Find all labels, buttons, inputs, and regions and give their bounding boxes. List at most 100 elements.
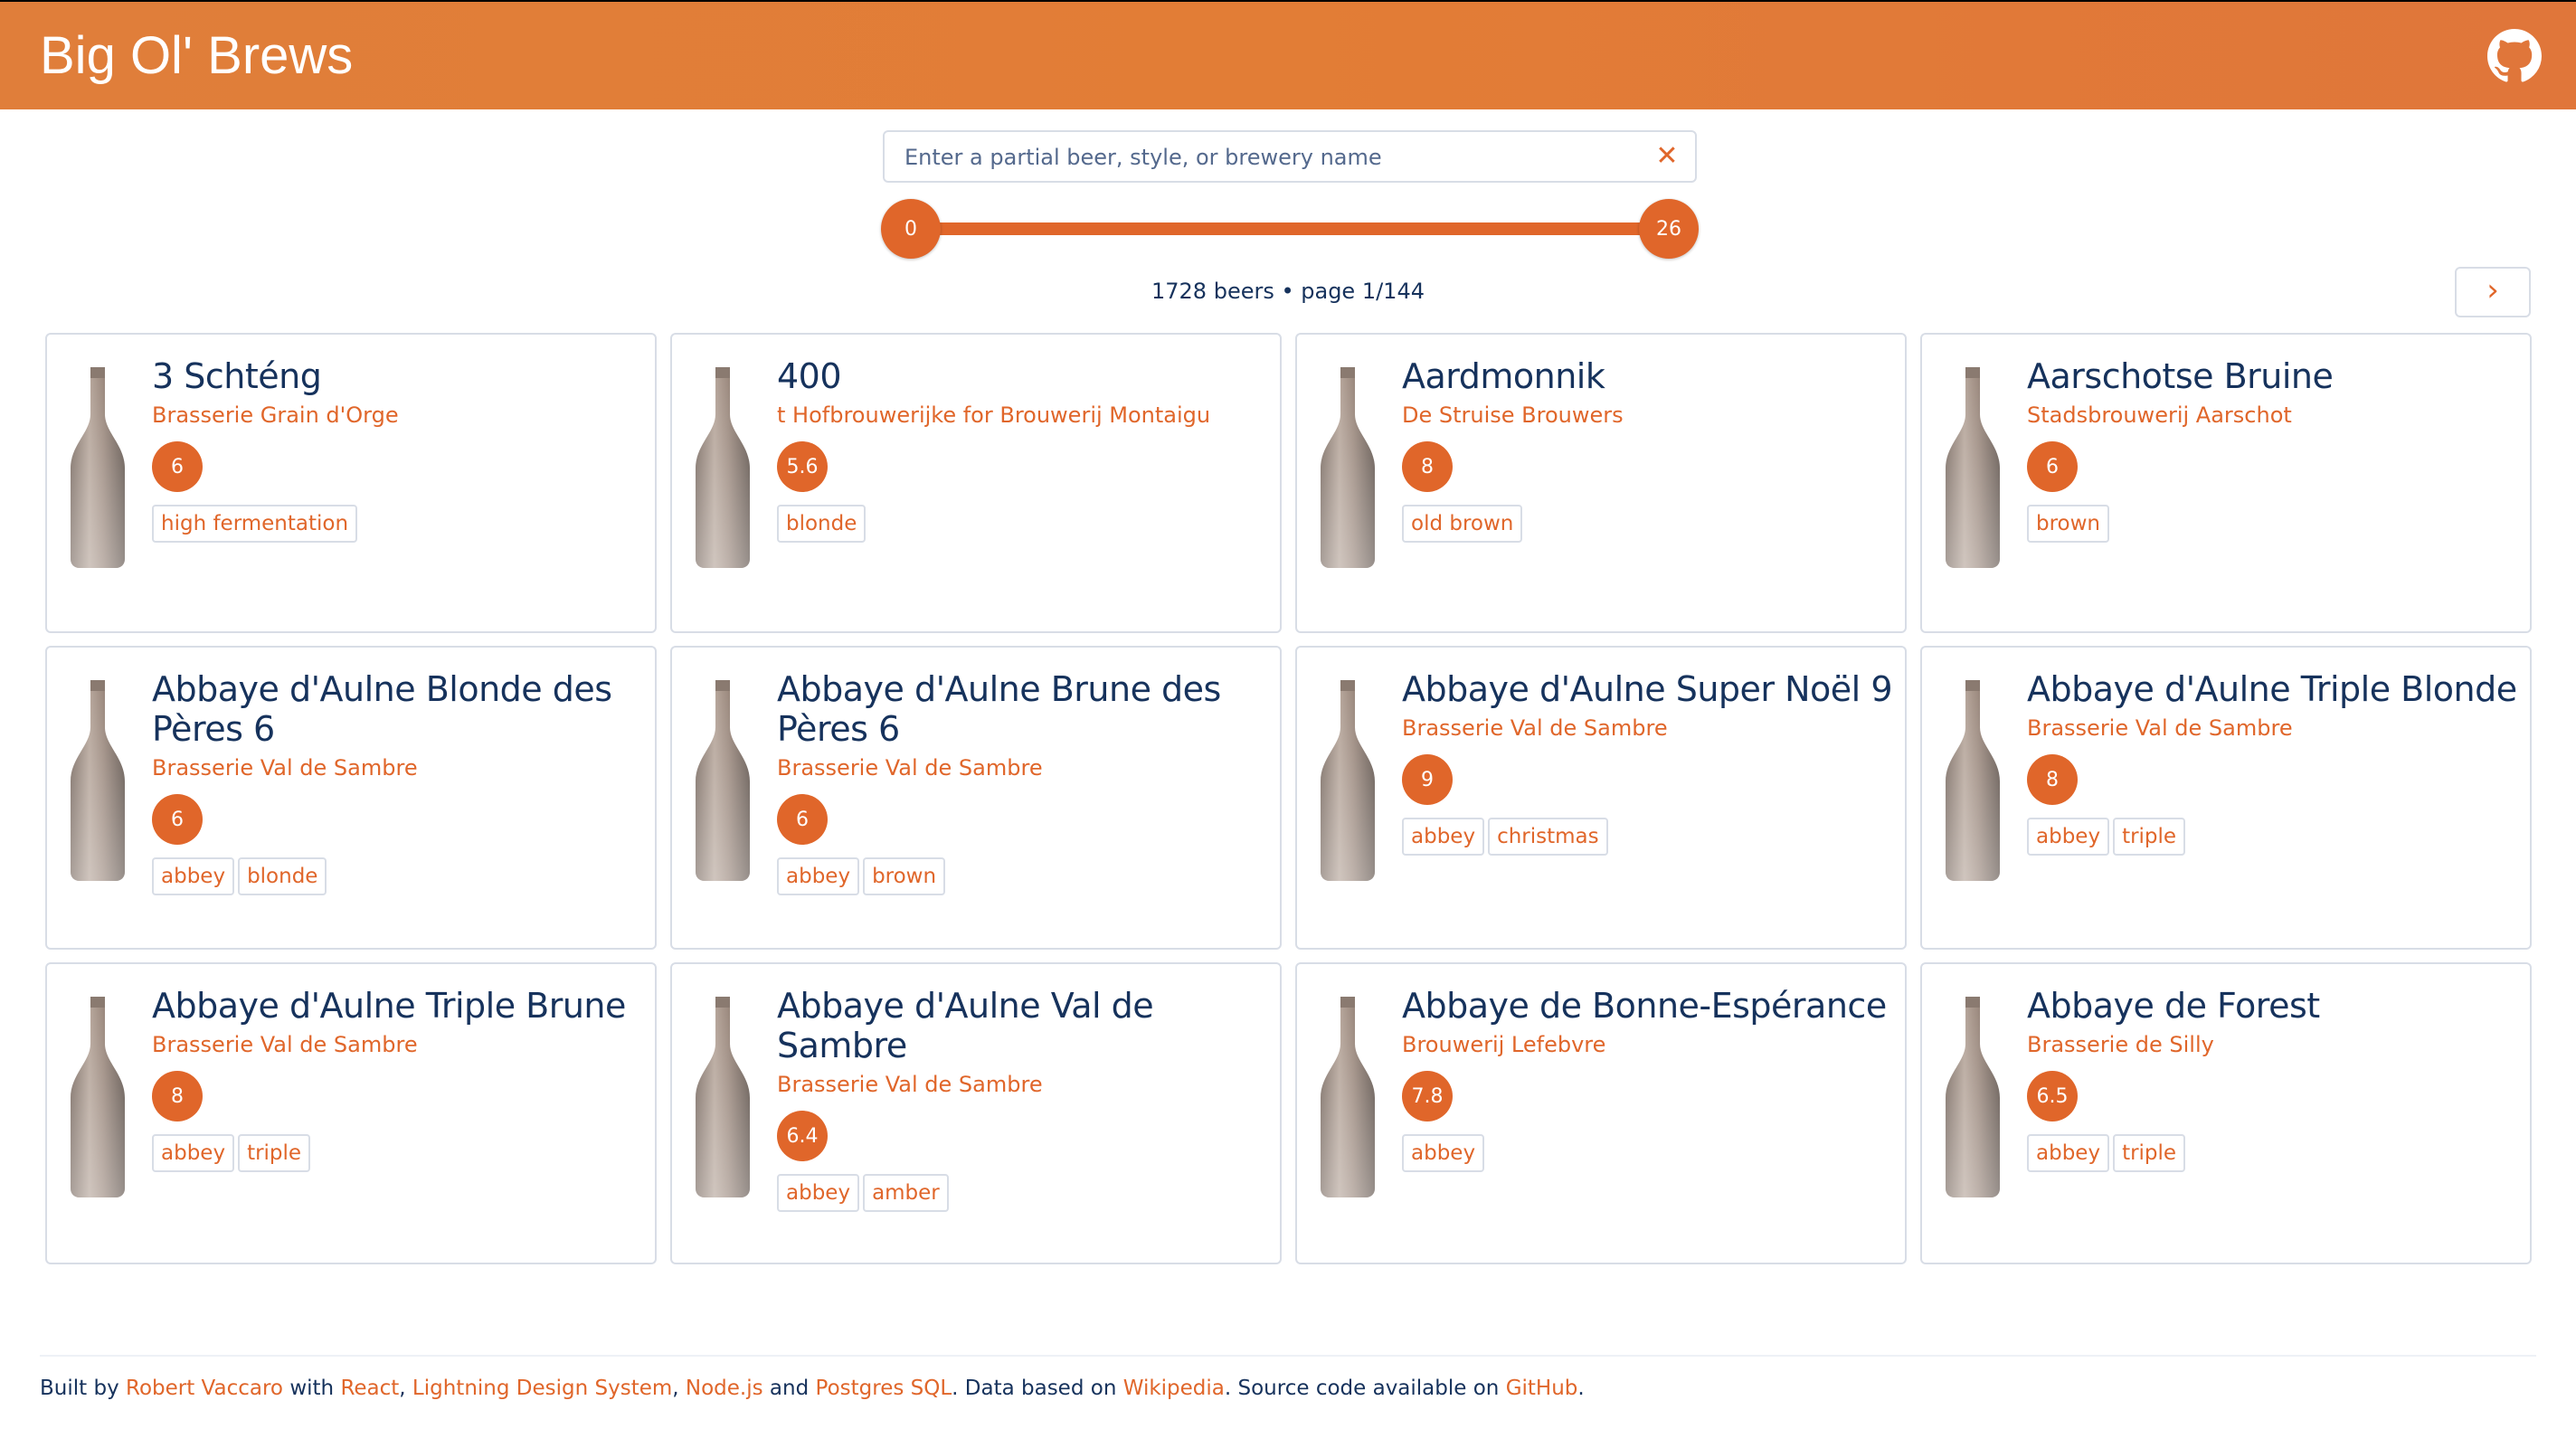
app-header: Big Ol' Brews	[0, 0, 2576, 109]
style-tags: abbey triple	[2027, 1134, 2517, 1172]
style-tag[interactable]: christmas	[1488, 818, 1608, 856]
abv-badge: 6	[2027, 441, 2078, 492]
style-tags: abbey amber	[777, 1174, 1267, 1212]
beer-name: Abbaye d'Aulne Triple Blonde	[2027, 669, 2517, 709]
beer-card[interactable]: Abbaye de Forest Brasserie de Silly 6.5 abb…	[1920, 962, 2532, 1264]
brewery-name[interactable]: Brasserie Val de Sambre	[777, 1071, 1267, 1098]
beer-card[interactable]: Abbaye d'Aulne Triple Brune Brasserie Val…	[45, 962, 657, 1264]
results-count: 1728 beers • page 1/144	[1151, 279, 1425, 304]
brewery-name[interactable]: Brasserie Val de Sambre	[152, 754, 642, 781]
beer-card[interactable]: Abbaye de Bonne-Espérance Brouwerij Lefeb…	[1295, 962, 1907, 1264]
style-tag[interactable]: amber	[863, 1174, 949, 1212]
brewery-name[interactable]: Brasserie Val de Sambre	[2027, 714, 2517, 742]
style-tags: brown	[2027, 505, 2517, 543]
beer-bottle-icon	[69, 365, 127, 570]
beer-bottle-icon	[694, 995, 752, 1199]
beer-card[interactable]: 3 Schténg Brasserie Grain d'Orge 6 high fer…	[45, 333, 657, 633]
style-tags: abbey triple	[2027, 818, 2517, 856]
beer-bottle-icon	[1944, 678, 2002, 883]
slider-max-handle[interactable]: 26	[1639, 199, 1699, 259]
abv-badge: 6.4	[777, 1111, 828, 1161]
abv-badge: 8	[152, 1071, 203, 1121]
beer-card[interactable]: Abbaye d'Aulne Super Noël 9 Brasserie Val…	[1295, 646, 1907, 950]
footer-text: .	[1577, 1377, 1585, 1400]
beer-card[interactable]: Abbaye d'Aulne Blonde des Pères 6 Brasser…	[45, 646, 657, 950]
beer-card[interactable]: Abbaye d'Aulne Val de Sambre Brasserie Va…	[670, 962, 1282, 1264]
beer-card[interactable]: Abbaye d'Aulne Brune des Pères 6 Brasseri…	[670, 646, 1282, 950]
brewery-name[interactable]: t Hofbrouwerijke for Brouwerij Montaigu	[777, 402, 1267, 429]
beer-bottle-icon	[1319, 995, 1377, 1199]
style-tag[interactable]: triple	[2113, 1134, 2186, 1172]
style-tag[interactable]: blonde	[777, 505, 867, 543]
style-tag[interactable]: triple	[238, 1134, 311, 1172]
style-tag[interactable]: brown	[2027, 505, 2110, 543]
github-link[interactable]: GitHub	[1506, 1377, 1578, 1400]
postgres-link[interactable]: Postgres SQL	[816, 1377, 952, 1400]
style-tag[interactable]: abbey	[1402, 818, 1485, 856]
brewery-name[interactable]: Brouwerij Lefebvre	[1402, 1031, 1892, 1058]
brewery-name[interactable]: Brasserie Val de Sambre	[152, 1031, 642, 1058]
brewery-name[interactable]: Brasserie Val de Sambre	[777, 754, 1267, 781]
beer-name: Abbaye de Bonne-Espérance	[1402, 986, 1887, 1026]
beer-bottle-icon	[694, 678, 752, 883]
style-tag[interactable]: abbey	[2027, 1134, 2110, 1172]
beer-name: 400	[777, 356, 842, 396]
abv-badge: 9	[1402, 754, 1453, 805]
slider-min-handle[interactable]: 0	[881, 199, 941, 259]
search-input[interactable]	[885, 132, 1648, 183]
style-tag[interactable]: abbey	[152, 1134, 235, 1172]
style-tags: abbey triple	[152, 1134, 642, 1172]
beer-bottle-icon	[1319, 365, 1377, 570]
beer-name: Abbaye de Forest	[2027, 986, 2320, 1026]
footer: Built by Robert Vaccaro with React, Ligh…	[40, 1377, 1585, 1400]
style-tag[interactable]: old brown	[1402, 505, 1523, 543]
abv-badge: 8	[2027, 754, 2078, 805]
footer-divider	[40, 1355, 2536, 1357]
footer-text: and	[762, 1377, 816, 1400]
brewery-name[interactable]: Brasserie Val de Sambre	[1402, 714, 1892, 742]
brewery-name[interactable]: De Struise Brouwers	[1402, 402, 1892, 429]
brewery-name[interactable]: Stadsbrouwerij Aarschot	[2027, 402, 2517, 429]
brewery-name[interactable]: Brasserie Grain d'Orge	[152, 402, 642, 429]
github-icon[interactable]	[2487, 29, 2542, 83]
style-tag[interactable]: abbey	[152, 857, 235, 895]
beer-bottle-icon	[69, 678, 127, 883]
style-tag[interactable]: abbey	[1402, 1134, 1485, 1172]
style-tag[interactable]: triple	[2113, 818, 2186, 856]
wikipedia-link[interactable]: Wikipedia	[1123, 1377, 1225, 1400]
beer-name: Abbaye d'Aulne Triple Brune	[152, 986, 626, 1026]
beer-card[interactable]: Aarschotse Bruine Stadsbrouwerij Aarschot…	[1920, 333, 2532, 633]
style-tag[interactable]: blonde	[238, 857, 327, 895]
next-page-button[interactable]: ›	[2455, 267, 2531, 317]
beer-name: Abbaye d'Aulne Super Noël 9	[1402, 669, 1893, 709]
abv-badge: 6.5	[2027, 1071, 2078, 1121]
style-tag[interactable]: brown	[863, 857, 946, 895]
style-tag[interactable]: abbey	[777, 857, 860, 895]
style-tags: abbey brown	[777, 857, 1267, 895]
beer-name: Abbaye d'Aulne Brune des Pères 6	[777, 669, 1221, 749]
footer-text: . Data based on	[952, 1377, 1123, 1400]
beer-grid: 3 Schténg Brasserie Grain d'Orge 6 high fer…	[45, 333, 2533, 1264]
react-link[interactable]: React	[340, 1377, 399, 1400]
beer-card[interactable]: Aardmonnik De Struise Brouwers 8 old brown	[1295, 333, 1907, 633]
footer-text: with	[283, 1377, 341, 1400]
style-tag[interactable]: abbey	[777, 1174, 860, 1212]
beer-name: Abbaye d'Aulne Val de Sambre	[777, 986, 1154, 1065]
brewery-name[interactable]: Brasserie de Silly	[2027, 1031, 2517, 1058]
lightning-link[interactable]: Lightning Design System	[412, 1377, 672, 1400]
beer-card[interactable]: Abbaye d'Aulne Triple Blonde Brasserie Va…	[1920, 646, 2532, 950]
abv-range-slider[interactable]: 0 26	[881, 197, 1699, 262]
abv-badge: 6	[152, 794, 203, 845]
nodejs-link[interactable]: Node.js	[686, 1377, 763, 1400]
beer-name: Aardmonnik	[1402, 356, 1605, 396]
beer-bottle-icon	[1944, 995, 2002, 1199]
abv-badge: 6	[777, 794, 828, 845]
slider-track[interactable]	[910, 222, 1670, 235]
style-tags: high fermentation	[152, 505, 642, 543]
style-tags: old brown	[1402, 505, 1892, 543]
beer-card[interactable]: 400 t Hofbrouwerijke for Brouwerij Montai…	[670, 333, 1282, 633]
style-tag[interactable]: abbey	[2027, 818, 2110, 856]
close-icon[interactable]: ✕	[1653, 143, 1681, 170]
author-link[interactable]: Robert Vaccaro	[126, 1377, 283, 1400]
style-tag[interactable]: high fermentation	[152, 505, 358, 543]
